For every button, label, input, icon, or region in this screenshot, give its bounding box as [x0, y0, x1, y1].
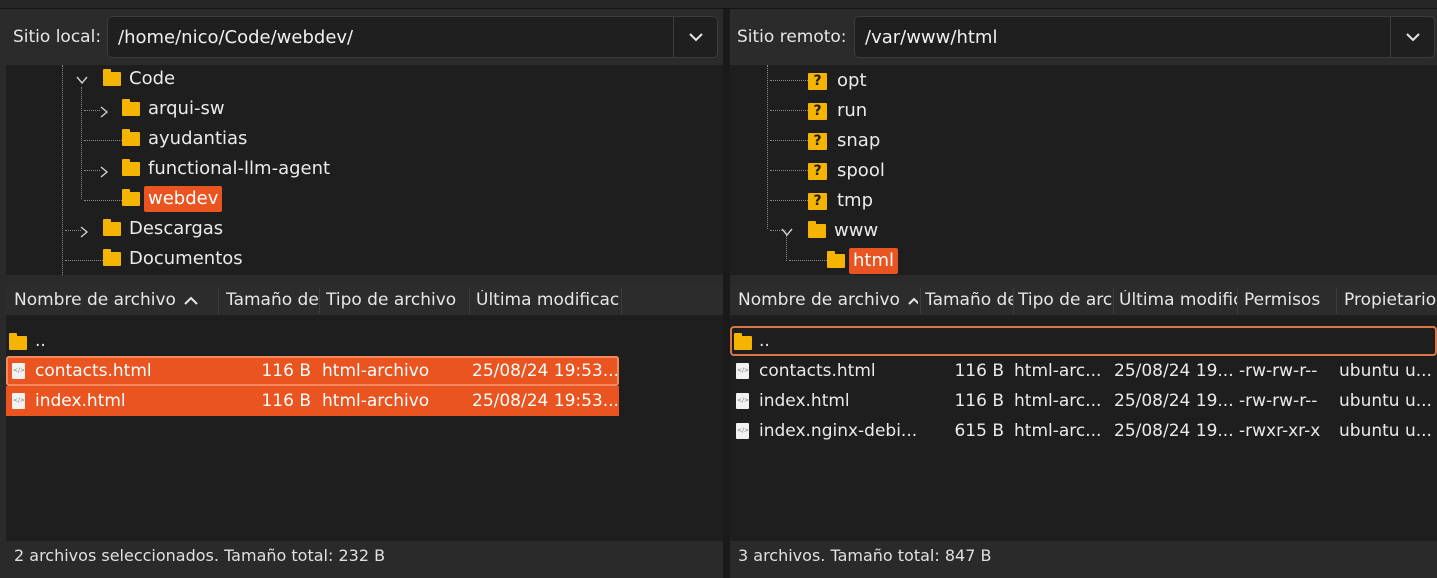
folder-icon [122, 129, 140, 146]
remote-path-combobox[interactable]: /var/www/html [854, 16, 1435, 58]
list-item-parent-dir[interactable]: .. [6, 326, 723, 356]
chevron-right-icon[interactable] [98, 103, 110, 118]
chevron-right-icon[interactable] [98, 163, 110, 178]
col-header-size[interactable]: Tamaño de [925, 290, 1013, 310]
remote-site-bar: Sitio remoto: /var/www/html [730, 9, 1437, 65]
local-directory-tree[interactable]: Code arqui-sw ayudantias functional-llm-… [6, 65, 723, 275]
table-row[interactable]: index.html 116 B html-arc... 25/08/24 19… [730, 386, 1437, 416]
remote-status-bar: 3 archivos. Tamaño total: 847 B [730, 541, 1437, 571]
unknown-folder-icon: ? [808, 192, 827, 210]
tree-item-ayudantias[interactable]: ayudantias [122, 125, 251, 153]
local-path-value[interactable]: /home/nico/Code/webdev/ [118, 27, 353, 48]
tree-item-documentos[interactable]: Documentos [103, 245, 247, 273]
tree-item-webdev[interactable]: webdev [122, 185, 223, 213]
tree-item-arqui-sw[interactable]: arqui-sw [122, 95, 229, 123]
unknown-folder-icon: ? [808, 102, 827, 120]
tree-item-www[interactable]: www [808, 217, 882, 245]
chevron-down-icon[interactable] [673, 17, 717, 57]
unknown-folder-icon: ? [808, 162, 827, 180]
tree-item-opt[interactable]: ? opt [808, 67, 871, 95]
tree-item-descargas[interactable]: Descargas [103, 215, 227, 243]
remote-file-list[interactable]: .. contacts.html 116 B html-arc... 25/08… [730, 316, 1437, 541]
tree-item-code[interactable]: Code [103, 65, 179, 93]
folder-icon [103, 219, 121, 236]
folder-icon [9, 333, 27, 350]
remote-path-value[interactable]: /var/www/html [865, 27, 997, 48]
chevron-right-icon[interactable] [78, 223, 90, 238]
col-header-modified[interactable]: Última modific [1119, 290, 1237, 310]
local-site-label: Sitio local: [13, 27, 102, 47]
remote-site-label: Sitio remoto: [737, 27, 847, 47]
tree-item-snap[interactable]: ? snap [808, 127, 884, 155]
tree-item-run[interactable]: ? run [808, 97, 871, 125]
remote-file-list-header: Nombre de archivo Tamaño de Tipo de arc … [730, 286, 1437, 316]
local-pane: Sitio local: /home/nico/Code/webdev/ Cod… [0, 9, 723, 578]
remote-pane: Sitio remoto: /var/www/html ? opt ? run ? s… [730, 9, 1437, 578]
folder-icon [103, 249, 121, 266]
local-status-bar: 2 archivos seleccionados. Tamaño total: … [6, 541, 723, 571]
local-path-combobox[interactable]: /home/nico/Code/webdev/ [107, 16, 718, 58]
col-header-filename[interactable]: Nombre de archivo [738, 290, 918, 310]
table-row[interactable]: index.html 116 B html-archivo 25/08/24 1… [6, 386, 619, 416]
html-file-icon [736, 363, 749, 379]
tree-item-functional-llm-agent[interactable]: functional-llm-agent [122, 155, 334, 183]
html-file-icon [12, 393, 25, 409]
folder-icon [827, 251, 845, 268]
folder-icon [122, 159, 140, 176]
unknown-folder-icon: ? [808, 132, 827, 150]
col-header-modified[interactable]: Última modificac [476, 290, 621, 310]
col-header-size[interactable]: Tamaño de [226, 290, 319, 310]
local-file-list[interactable]: .. contacts.html 116 B html-archivo 25/0… [6, 316, 723, 541]
table-row[interactable]: contacts.html 116 B html-archivo 25/08/2… [6, 356, 619, 386]
top-toolbar-edge [0, 0, 1437, 9]
col-header-permissions[interactable]: Permisos [1244, 290, 1336, 310]
tree-item-spool[interactable]: ? spool [808, 157, 889, 185]
folder-icon [808, 221, 826, 238]
col-header-owner[interactable]: Propietario [1344, 290, 1437, 310]
col-header-type[interactable]: Tipo de archivo [326, 290, 469, 310]
folder-icon [122, 189, 140, 206]
local-file-list-header: Nombre de archivo Tamaño de Tipo de arch… [6, 286, 723, 316]
folder-icon [122, 99, 140, 116]
chevron-down-icon[interactable] [76, 71, 88, 85]
html-file-icon [736, 423, 749, 439]
html-file-icon [736, 393, 749, 409]
html-file-icon [12, 363, 25, 379]
folder-icon [103, 69, 121, 86]
sort-ascending-icon [908, 290, 918, 310]
local-status-text: 2 archivos seleccionados. Tamaño total: … [14, 546, 386, 565]
chevron-down-icon[interactable] [781, 223, 793, 237]
unknown-folder-icon: ? [808, 72, 827, 90]
col-header-filename[interactable]: Nombre de archivo [14, 290, 214, 310]
tree-item-html[interactable]: html [827, 247, 899, 275]
folder-icon [734, 333, 752, 350]
table-row[interactable]: index.nginx-debi... 615 B html-arc... 25… [730, 416, 1437, 446]
local-site-bar: Sitio local: /home/nico/Code/webdev/ [0, 9, 723, 65]
sort-ascending-icon [184, 290, 198, 310]
pane-splitter[interactable] [723, 9, 730, 578]
remote-directory-tree[interactable]: ? opt ? run ? snap ? spool ? tmp www html [730, 65, 1437, 275]
list-item-parent-dir[interactable]: .. [730, 326, 1437, 356]
table-row[interactable]: contacts.html 116 B html-arc... 25/08/24… [730, 356, 1437, 386]
chevron-down-icon[interactable] [1390, 17, 1434, 57]
col-header-type[interactable]: Tipo de arc [1018, 290, 1112, 310]
tree-item-tmp[interactable]: ? tmp [808, 187, 877, 215]
remote-status-text: 3 archivos. Tamaño total: 847 B [738, 546, 992, 565]
